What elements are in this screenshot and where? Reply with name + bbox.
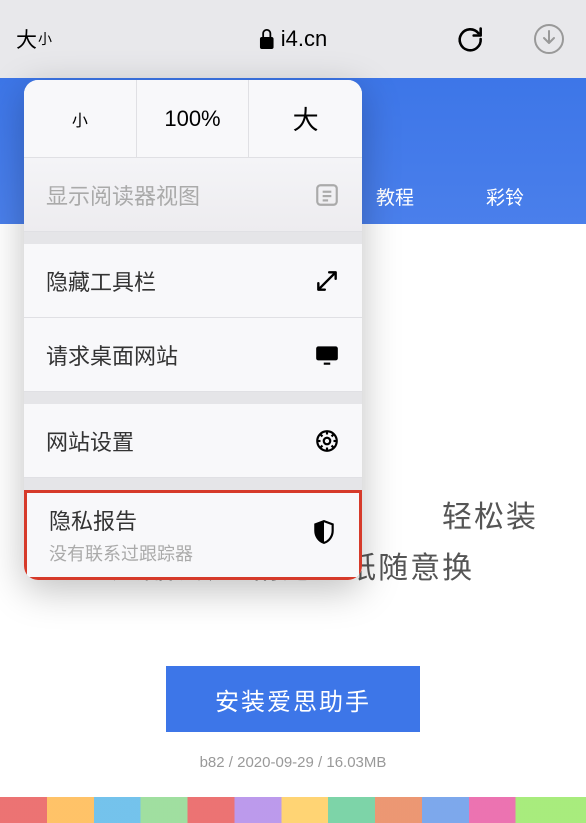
browser-toolbar: 大小 i4.cn bbox=[0, 0, 586, 78]
menu-separator bbox=[24, 478, 362, 490]
site-nav: 教程 彩铃 bbox=[376, 183, 524, 210]
zoom-out-button[interactable]: 小 bbox=[24, 80, 137, 157]
hide-toolbar-item[interactable]: 隐藏工具栏 bbox=[24, 244, 362, 318]
privacy-report-label: 隐私报告 bbox=[49, 504, 137, 536]
reload-button[interactable] bbox=[450, 20, 488, 58]
text-size-large-glyph: 大 bbox=[16, 24, 37, 54]
zoom-out-label: 小 bbox=[72, 107, 88, 131]
address-display[interactable]: i4.cn bbox=[259, 26, 327, 52]
privacy-report-sublabel: 没有联系过跟踪器 bbox=[49, 540, 193, 566]
menu-separator bbox=[24, 232, 362, 244]
zoom-in-label: 大 bbox=[293, 100, 319, 137]
menu-separator bbox=[24, 392, 362, 404]
reader-view-item: 显示阅读器视图 bbox=[24, 158, 362, 232]
reader-view-label: 显示阅读器视图 bbox=[46, 179, 200, 211]
reader-icon bbox=[314, 182, 340, 208]
app-icons-strip bbox=[0, 797, 586, 823]
zoom-in-button[interactable]: 大 bbox=[249, 80, 362, 157]
install-button[interactable]: 安装爱思助手 bbox=[166, 666, 420, 732]
desktop-icon bbox=[314, 342, 340, 368]
expand-icon bbox=[314, 268, 340, 294]
website-settings-item[interactable]: 网站设置 bbox=[24, 404, 362, 478]
request-desktop-item[interactable]: 请求桌面网站 bbox=[24, 318, 362, 392]
url-host: i4.cn bbox=[281, 26, 327, 52]
page-format-menu: 小 100% 大 显示阅读器视图 隐藏工具栏 请求桌面网站 网站设置 隐私报告 … bbox=[24, 80, 362, 580]
nav-ringtones[interactable]: 彩铃 bbox=[486, 183, 524, 210]
lock-icon bbox=[259, 29, 275, 49]
shield-icon bbox=[311, 519, 337, 545]
text-size-small-glyph: 小 bbox=[38, 29, 52, 49]
privacy-report-item[interactable]: 隐私报告 没有联系过跟踪器 bbox=[24, 490, 362, 580]
zoom-value: 100% bbox=[164, 106, 220, 132]
build-meta: b82 / 2020-09-29 / 16.03MB bbox=[0, 754, 586, 771]
zoom-level-display[interactable]: 100% bbox=[137, 80, 250, 157]
hide-toolbar-label: 隐藏工具栏 bbox=[46, 265, 156, 297]
zoom-control-row: 小 100% 大 bbox=[24, 80, 362, 158]
gear-icon bbox=[314, 428, 340, 454]
text-size-control[interactable]: 大小 bbox=[12, 17, 56, 61]
downloads-button[interactable] bbox=[530, 20, 568, 58]
request-desktop-label: 请求桌面网站 bbox=[46, 339, 178, 371]
install-button-label: 安装爱思助手 bbox=[215, 682, 371, 717]
nav-tutorials[interactable]: 教程 bbox=[376, 183, 414, 210]
website-settings-label: 网站设置 bbox=[46, 425, 134, 457]
